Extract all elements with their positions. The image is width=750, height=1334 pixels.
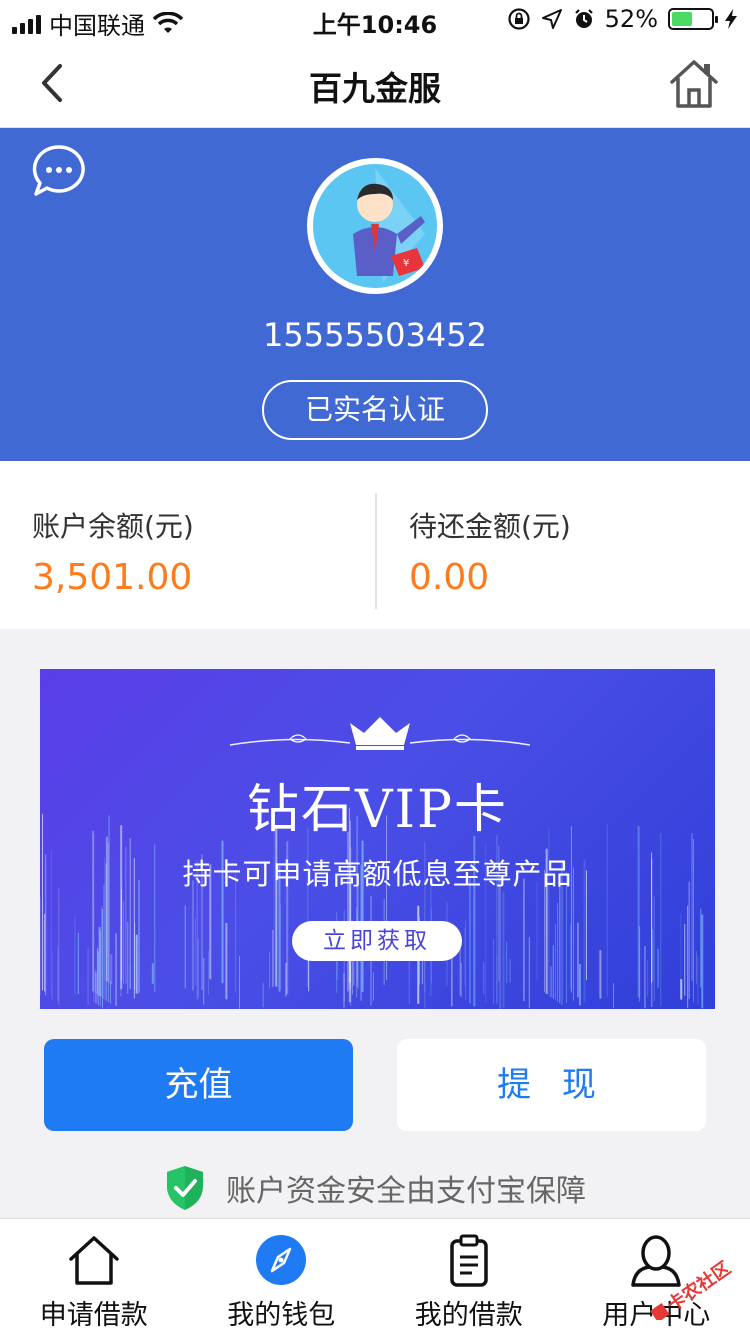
account-balance-value: 3,501.00 bbox=[32, 557, 193, 598]
page-title: 百九金服 bbox=[309, 69, 441, 108]
home-icon bbox=[69, 1236, 119, 1285]
tab-label: 我的钱包 bbox=[227, 1300, 336, 1331]
avatar-image: ¥ bbox=[313, 164, 437, 288]
phone-number: 15555503452 bbox=[263, 316, 487, 354]
balance-panel: 账户余额(元) 3,501.00 待还金额(元) 0.00 bbox=[0, 461, 750, 629]
tab-bar: 申请借款 我的钱包 我的借款 用户中心 卡农社区 bbox=[0, 1218, 750, 1334]
account-balance: 账户余额(元) 3,501.00 bbox=[32, 505, 194, 598]
vip-card-banner[interactable]: 钻石VIP卡 持卡可申请高额低息至尊产品 立即获取 bbox=[40, 669, 715, 1009]
charging-icon bbox=[725, 9, 737, 29]
tab-apply-loan[interactable]: 申请借款 bbox=[0, 1219, 188, 1334]
svg-text:卡农社区: 卡农社区 bbox=[663, 1260, 735, 1316]
verified-badge-button[interactable]: 已实名认证 bbox=[262, 380, 488, 440]
security-text: 账户资金安全由支付宝保障 bbox=[226, 1174, 586, 1209]
get-now-button[interactable]: 立即获取 bbox=[292, 921, 462, 961]
withdraw-button[interactable]: 提 现 bbox=[397, 1039, 706, 1131]
battery-percent: 52% bbox=[604, 5, 658, 33]
banner-title: 钻石VIP卡 bbox=[246, 780, 509, 840]
alarm-icon bbox=[574, 9, 593, 28]
chat-bubble-icon[interactable] bbox=[30, 142, 88, 200]
recharge-button[interactable]: 充值 bbox=[44, 1039, 353, 1131]
crown-icon bbox=[230, 717, 530, 750]
pending-repayment-label: 待还金额(元) bbox=[409, 510, 571, 543]
pending-repayment-value: 0.00 bbox=[409, 557, 490, 598]
account-balance-label: 账户余额(元) bbox=[32, 510, 194, 543]
balance-divider bbox=[375, 493, 377, 609]
nav-bar: 百九金服 bbox=[0, 40, 750, 128]
tab-label: 申请借款 bbox=[39, 1300, 148, 1331]
rotation-lock-icon bbox=[508, 8, 530, 30]
battery-icon bbox=[668, 8, 718, 30]
status-right: 52% bbox=[507, 5, 738, 33]
profile-header: ¥ 15555503452 已实名认证 bbox=[0, 128, 750, 461]
watermark-logo: 卡农社区 bbox=[650, 1260, 735, 1320]
tab-my-wallet[interactable]: 我的钱包 bbox=[188, 1219, 376, 1334]
avatar[interactable]: ¥ bbox=[307, 158, 443, 294]
banner-subtitle: 持卡可申请高额低息至尊产品 bbox=[182, 857, 573, 891]
clipboard-icon bbox=[450, 1234, 488, 1287]
security-note: 账户资金安全由支付宝保障 bbox=[0, 1162, 750, 1214]
home-icon[interactable] bbox=[668, 56, 720, 110]
battery-fill bbox=[672, 12, 692, 26]
tab-my-loans[interactable]: 我的借款 bbox=[375, 1219, 563, 1334]
svg-text:¥: ¥ bbox=[403, 258, 409, 269]
pending-repayment: 待还金额(元) 0.00 bbox=[409, 505, 571, 598]
status-bar: 中国联通 上午10:46 52% bbox=[0, 0, 750, 40]
tab-label: 我的借款 bbox=[414, 1300, 523, 1331]
compass-icon bbox=[256, 1235, 307, 1285]
shield-check-icon bbox=[167, 1166, 203, 1210]
location-icon bbox=[541, 9, 562, 29]
